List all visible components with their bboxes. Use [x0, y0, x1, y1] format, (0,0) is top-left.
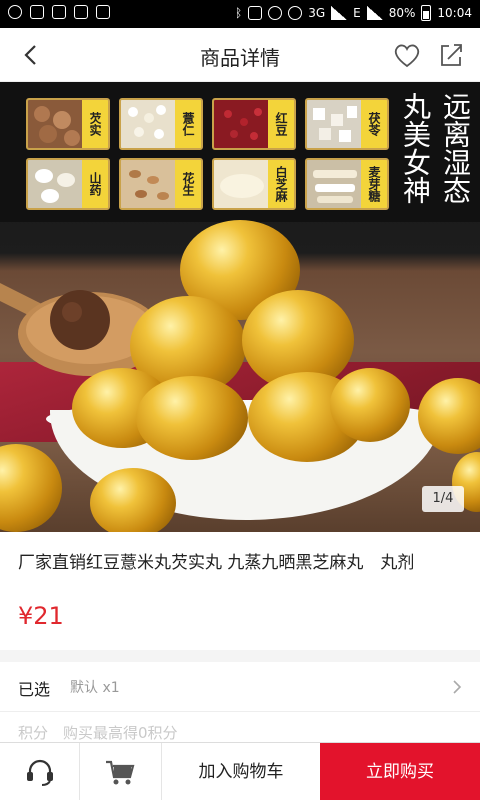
- notification-icon: [8, 5, 22, 19]
- gold-pill: [136, 376, 248, 460]
- ingredient-photo: [307, 160, 363, 208]
- image-icon: [96, 5, 110, 19]
- ingredient-label: 薏仁: [175, 100, 201, 148]
- ingredient-tile: 芡实: [26, 98, 110, 150]
- share-icon[interactable]: [436, 40, 466, 70]
- ingredient-photo: [28, 100, 84, 148]
- section-divider: [0, 650, 480, 662]
- status-right-icons: ᛒ 3G E 80% 10:04: [235, 5, 472, 21]
- product-price: ¥21: [18, 602, 64, 630]
- product-image-gallery[interactable]: 芡实 薏仁 红豆 茯苓 山药 花生 白芝麻 麦芽糖 远离湿态 丸美女神: [0, 82, 480, 532]
- ingredient-label: 茯苓: [361, 100, 387, 148]
- gold-pill: [90, 468, 176, 532]
- ingredient-label: 花生: [175, 160, 201, 208]
- points-row: 积分 购买最高得0积分: [18, 724, 178, 742]
- cart-icon: [106, 760, 135, 785]
- ingredient-tile: 红豆: [212, 98, 296, 150]
- ingredient-tile: 白芝麻: [212, 158, 296, 210]
- ingredient-photo: [121, 100, 177, 148]
- ingredient-photo: [28, 160, 84, 208]
- buy-now-button[interactable]: 立即购买: [320, 743, 480, 800]
- customer-service-button[interactable]: [0, 743, 80, 800]
- ingredient-photo: [121, 160, 177, 208]
- ingredient-label: 红豆: [268, 100, 294, 148]
- ingredient-photo: [214, 100, 270, 148]
- ingredient-label: 麦芽糖: [361, 160, 387, 208]
- ingredient-tile: 薏仁: [119, 98, 203, 150]
- wifi-icon: [268, 6, 283, 20]
- battery-percent: 80%: [388, 6, 416, 20]
- ingredient-label: 山药: [82, 160, 108, 208]
- clock: 10:04: [437, 6, 472, 20]
- app-header: 商品详情: [0, 28, 480, 82]
- status-bar: ᛒ 3G E 80% 10:04: [0, 0, 480, 28]
- ingredient-tile: 花生: [119, 158, 203, 210]
- spec-selection-row[interactable]: 已选 默认 x1: [0, 662, 480, 712]
- message-icon: [30, 5, 44, 19]
- chevron-right-icon: [453, 680, 462, 694]
- bottom-action-bar: 加入购物车 立即购买: [0, 742, 480, 800]
- spec-selection-label: 已选: [18, 680, 51, 699]
- signal-icon-2: [366, 6, 383, 20]
- cart-button[interactable]: [80, 743, 162, 800]
- spec-selection-value: 默认 x1: [70, 680, 120, 696]
- headset-icon: [27, 759, 53, 786]
- ingredient-tile: 茯苓: [305, 98, 389, 150]
- network-type: 3G: [308, 6, 326, 20]
- heart-icon[interactable]: [392, 40, 422, 70]
- signal-label: E: [353, 6, 361, 20]
- banner-slogan-2: 丸美女神: [394, 82, 436, 214]
- ingredient-label: 白芝麻: [268, 160, 294, 208]
- nfc-icon: [248, 6, 263, 20]
- ingredient-photo: [307, 100, 363, 148]
- hotspot-icon: [288, 6, 303, 20]
- ingredient-photo: [214, 160, 270, 208]
- ingredient-label: 芡实: [82, 100, 108, 148]
- gallery-page-indicator: 1/4: [422, 486, 464, 512]
- ingredient-tile: 麦芽糖: [305, 158, 389, 210]
- battery-icon: [421, 5, 432, 21]
- add-to-cart-button[interactable]: 加入购物车: [162, 743, 320, 800]
- status-left-icons: [8, 5, 110, 19]
- banner-slogan-1: 远离湿态: [434, 82, 476, 214]
- bluetooth-icon: ᛒ: [235, 6, 243, 20]
- download-icon: [74, 5, 88, 19]
- signal-icon: [331, 6, 348, 20]
- ingredient-tile: 山药: [26, 158, 110, 210]
- bag-icon: [52, 5, 66, 19]
- gold-pill: [330, 368, 410, 442]
- product-title: 厂家直销红豆薏米丸芡实丸 九蒸九晒黑芝麻丸 丸剂: [18, 553, 415, 573]
